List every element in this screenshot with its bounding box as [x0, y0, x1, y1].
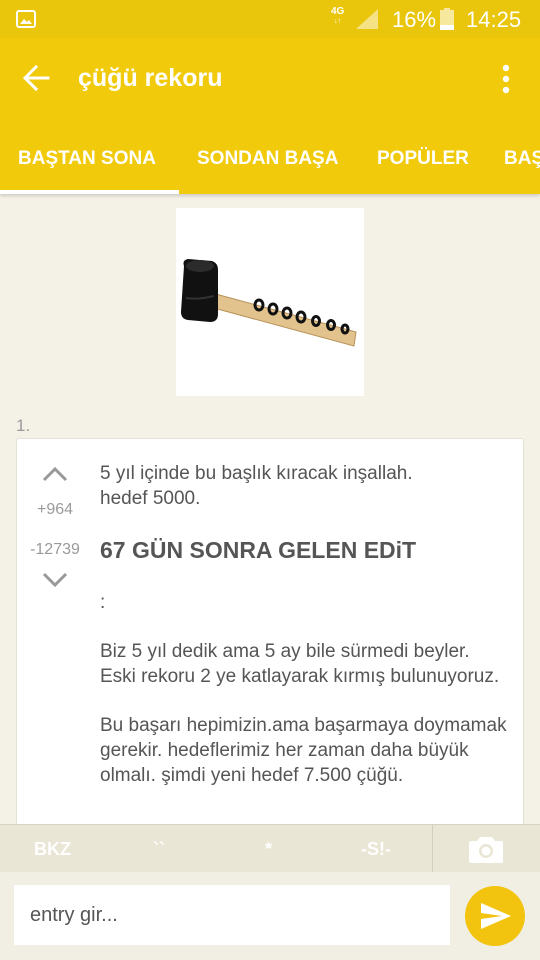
- bkz-button[interactable]: BKZ: [34, 839, 71, 860]
- tab-bastan-sona[interactable]: BAŞTAN SONA: [18, 148, 156, 170]
- status-bar: 4G ↓↑ 16% 14:25: [0, 0, 540, 38]
- backtick-button[interactable]: ``: [153, 839, 165, 860]
- entry-card: +964 -12739 5 yıl içinde bu başlık kırac…: [16, 438, 524, 838]
- entry-text-intro: 5 yıl içinde bu başlık kıracak inşallah.…: [100, 463, 413, 509]
- image-icon: [16, 10, 36, 28]
- camera-icon[interactable]: [469, 834, 503, 864]
- network-activity: ↓↑: [334, 18, 342, 25]
- upvote-count: +964: [36, 501, 74, 518]
- spoiler-button[interactable]: -S!-: [361, 839, 391, 860]
- chevron-up-icon[interactable]: [41, 465, 69, 483]
- page-title: çüğü rekoru: [78, 64, 223, 92]
- app-bar: çüğü rekoru: [0, 38, 540, 122]
- send-button[interactable]: [465, 886, 525, 946]
- entry-input[interactable]: [14, 885, 450, 945]
- entry-text-para2: Biz 5 yıl dedik ama 5 ay bile sürmedi be…: [100, 641, 500, 687]
- composer: [0, 872, 540, 960]
- more-vert-icon[interactable]: [496, 64, 516, 94]
- network-indicator: 4G ↓↑: [331, 7, 344, 27]
- entry-text-para3: Bu başarı hepimizin.ama başarmaya doymam…: [100, 715, 507, 786]
- tab-bar: BAŞTAN SONA SONDAN BAŞA POPÜLER BAŞ: [0, 122, 540, 194]
- tab-populer[interactable]: POPÜLER: [377, 148, 469, 170]
- network-type: 4G: [331, 6, 345, 17]
- signal-icon: [356, 9, 378, 29]
- battery-percentage: 16%: [392, 7, 437, 32]
- mallet-illustration: [181, 259, 357, 347]
- toolbar-divider: [432, 825, 433, 873]
- battery-icon: [440, 8, 454, 30]
- tab-bas[interactable]: BAŞ: [504, 148, 540, 170]
- format-toolbar: BKZ `` * -S!-: [0, 824, 540, 873]
- entry-body: 5 yıl içinde bu başlık kıracak inşallah.…: [100, 461, 510, 788]
- chevron-down-icon[interactable]: [41, 571, 69, 589]
- downvote-count: -12739: [30, 541, 80, 558]
- clock: 14:25: [466, 7, 522, 32]
- entry-colon: :: [100, 592, 106, 613]
- star-button[interactable]: *: [265, 839, 272, 860]
- entry-number: 1.: [16, 416, 31, 435]
- arrow-back-icon[interactable]: [22, 64, 50, 92]
- tab-sondan-basa[interactable]: SONDAN BAŞA: [197, 148, 338, 170]
- active-tab-indicator: [0, 190, 179, 194]
- send-icon: [481, 903, 511, 929]
- entry-heading: 67 GÜN SONRA GELEN EDiT: [100, 537, 417, 563]
- topic-image[interactable]: [176, 208, 364, 396]
